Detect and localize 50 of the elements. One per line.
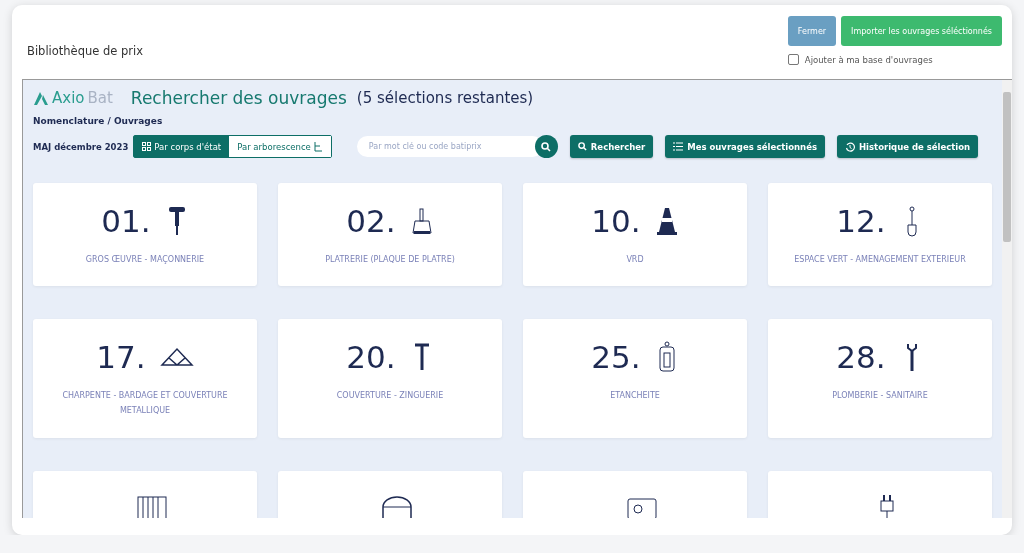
checkbox[interactable]	[787, 54, 799, 65]
dialog-title: Bibliothèque de prix	[27, 44, 144, 60]
selection-count: (5 sélections restantes)	[356, 89, 534, 107]
breadcrumb: Nomenclature / Ouvrages	[33, 116, 164, 126]
category-card[interactable]: 02. PLATRERIE (PLAQUE DE PLATRE)	[278, 183, 502, 286]
category-card[interactable]: 01. GROS ŒUVRE - MAÇONNERIE	[33, 183, 257, 286]
update-date: MAJ décembre 2023	[33, 141, 129, 152]
view-tab[interactable]: Par arborescence	[229, 136, 331, 157]
logo-icon	[33, 90, 49, 106]
category-number: 01.	[101, 203, 151, 239]
tree-icon	[313, 141, 323, 152]
category-label: GROS ŒUVRE - MAÇONNERIE	[84, 254, 206, 266]
radiator-icon	[135, 493, 169, 518]
logo-text: Bat	[87, 89, 113, 107]
category-label: COUVERTURE - ZINGUERIE	[335, 390, 445, 402]
brush-icon	[409, 205, 434, 237]
category-label: CHARPENTE - BARDAGE ET COUVERTURE METALLIQUE	[61, 390, 229, 417]
logo-text: Axio	[52, 89, 85, 107]
list-icon	[673, 142, 684, 151]
category-card[interactable]: 20. COUVERTURE - ZINGUERIE	[278, 319, 502, 438]
checkbox-label: Ajouter à ma base d'ouvrages	[804, 54, 933, 65]
scrollbar[interactable]	[1002, 80, 1012, 518]
search-icon	[577, 142, 587, 151]
view-tab[interactable]: Par corps d'état	[134, 136, 230, 157]
category-number: 20.	[346, 339, 396, 375]
category-card[interactable]: 12. ESPACE VERT - AMENAGEMENT EXTERIEUR	[768, 183, 992, 286]
category-number: 28.	[836, 339, 886, 375]
category-label: ESPACE VERT - AMENAGEMENT EXTERIEUR	[793, 254, 967, 266]
grid-icon	[142, 142, 152, 151]
category-number: 12.	[836, 203, 886, 239]
category-label: PLOMBERIE - SANITAIRE	[831, 390, 929, 402]
category-card[interactable]: 17. CHARPENTE - BARDAGE ET COUVERTURE METALLIQUE	[33, 319, 257, 438]
category-card[interactable]: 25. ETANCHEITE	[523, 319, 747, 438]
category-card[interactable]: 10. VRD	[523, 183, 747, 286]
category-number: 25.	[591, 339, 641, 375]
history-icon	[845, 141, 855, 152]
search-submit-button[interactable]: Rechercher	[569, 135, 654, 158]
history-button[interactable]: Historique de sélection	[837, 135, 979, 158]
category-number: 17.	[96, 339, 146, 375]
category-card[interactable]: 28. PLOMBERIE - SANITAIRE	[768, 319, 992, 438]
arch-icon	[380, 493, 414, 518]
cone-icon	[654, 205, 679, 237]
search-icon	[541, 141, 552, 152]
selected-items-button[interactable]: Mes ouvrages sélectionnés	[665, 135, 825, 158]
category-label: PLATRERIE (PLAQUE DE PLATRE)	[324, 254, 456, 266]
category-label: VRD	[625, 254, 645, 266]
category-number: 10.	[591, 203, 641, 239]
category-number: 02.	[346, 203, 396, 239]
page-title: Rechercher des ouvrages	[130, 88, 347, 108]
category-label: ETANCHEITE	[609, 390, 661, 402]
